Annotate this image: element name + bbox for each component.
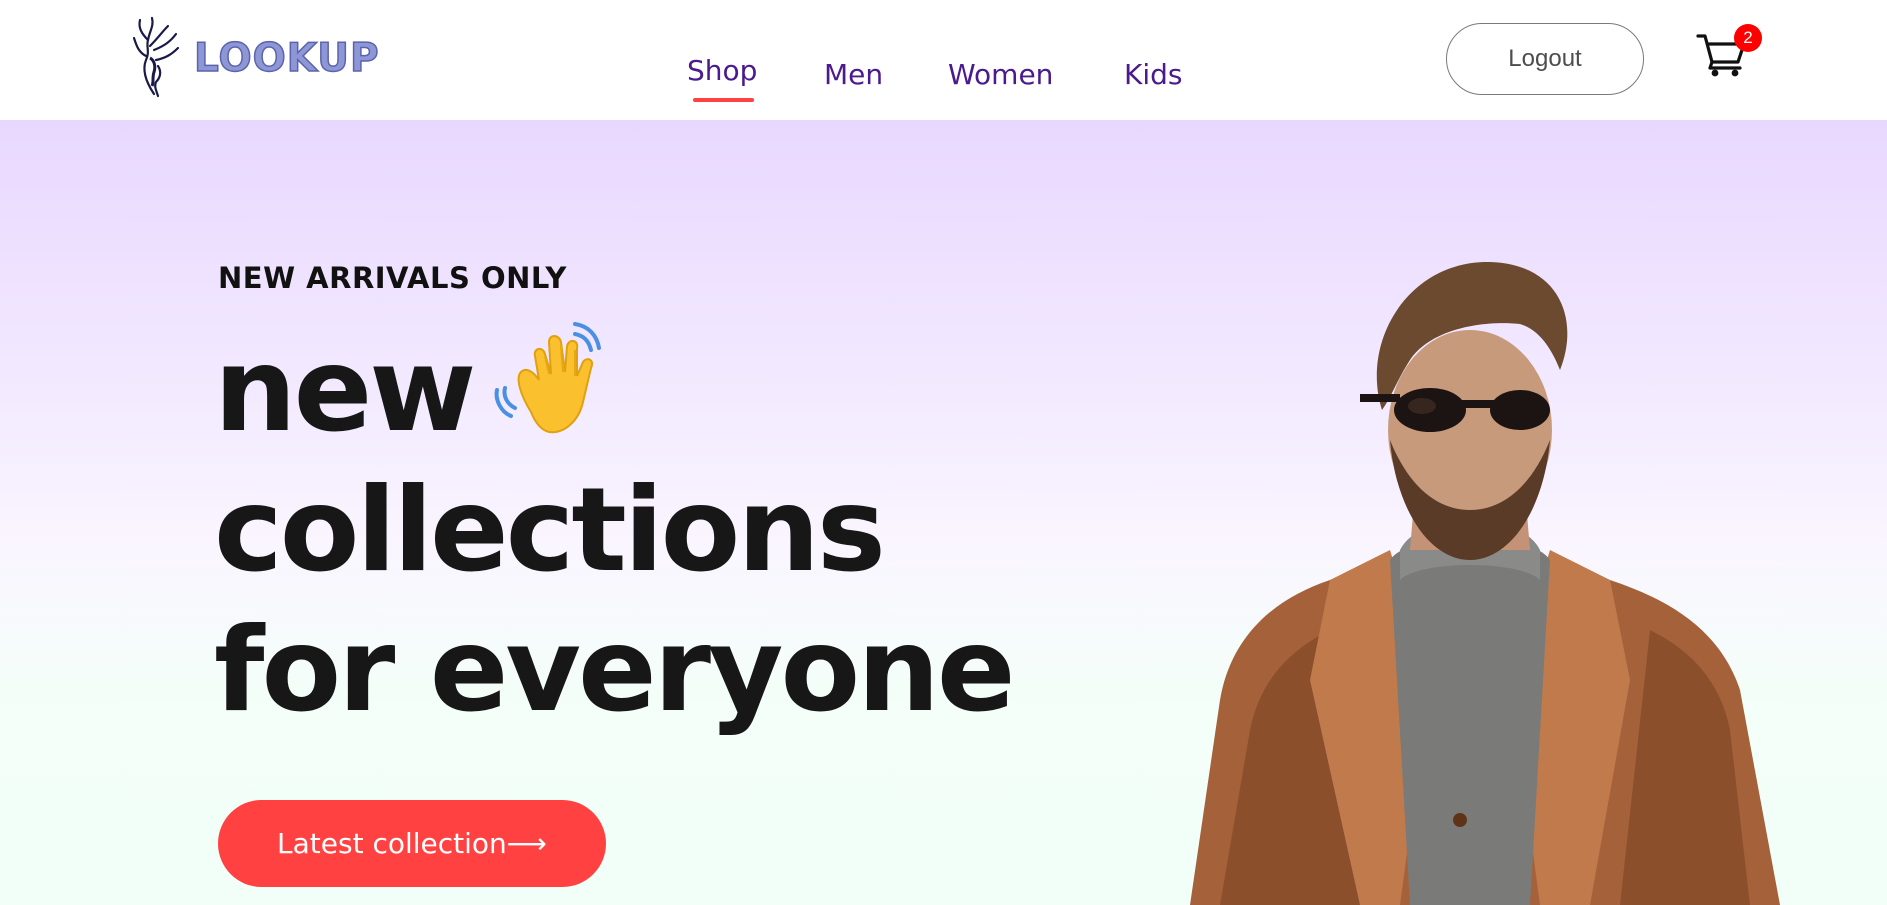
cart-count-badge: 2 bbox=[1734, 24, 1762, 52]
waving-hand-icon bbox=[495, 322, 602, 434]
hero-heading-line-3: for everyone bbox=[214, 603, 1015, 738]
hero-section: NEW ARRIVALS ONLY new collections for ev… bbox=[0, 120, 1887, 905]
nav-link-shop[interactable]: Shop bbox=[687, 54, 758, 102]
logo-text: LOOKUP bbox=[193, 35, 380, 82]
logo-mark-icon bbox=[132, 16, 180, 98]
hero-kicker: NEW ARRIVALS ONLY bbox=[218, 261, 567, 295]
logout-button[interactable]: Logout bbox=[1446, 23, 1644, 95]
nav-link-men-label: Men bbox=[824, 58, 884, 91]
nav-link-women[interactable]: Women bbox=[948, 58, 1053, 91]
hero-heading-line-2: collections bbox=[214, 463, 886, 598]
nav-link-shop-label: Shop bbox=[687, 54, 758, 87]
latest-collection-button[interactable]: Latest collection⟶ bbox=[218, 800, 606, 887]
hero-heading: new collections for everyone bbox=[214, 316, 1015, 741]
cart-button[interactable]: 2 bbox=[1696, 24, 1762, 80]
nav-link-kids-label: Kids bbox=[1124, 58, 1183, 91]
active-nav-underline bbox=[693, 98, 754, 102]
navbar: LOOKUP Shop Men Women Kids Logout 2 bbox=[0, 0, 1887, 120]
nav-link-men[interactable]: Men bbox=[824, 58, 883, 91]
hero-heading-word-new: new bbox=[214, 323, 476, 458]
nav-link-kids[interactable]: Kids bbox=[1124, 58, 1183, 91]
logo[interactable]: LOOKUP bbox=[132, 16, 380, 100]
hero-model-image bbox=[1190, 261, 1780, 905]
hero-heading-line-1: new bbox=[214, 316, 1013, 461]
nav-link-women-label: Women bbox=[948, 58, 1054, 91]
